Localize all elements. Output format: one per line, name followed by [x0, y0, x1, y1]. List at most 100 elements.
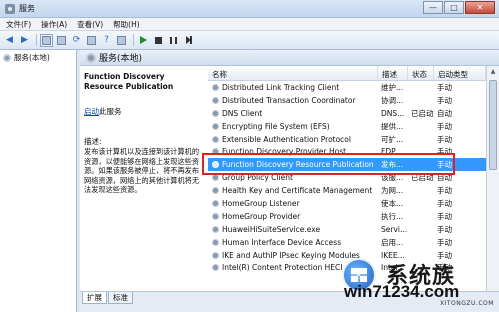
menu-help[interactable]: 帮助(H): [113, 19, 140, 30]
service-name-text: Function Discovery Resource Publication: [222, 160, 374, 170]
service-startup-type-text: 手动: [437, 211, 452, 221]
menu-file[interactable]: 文件(F): [6, 19, 31, 30]
table-row[interactable]: HomeGroup Listener 使本... 手动: [208, 197, 486, 210]
service-description-text: 发布...: [381, 160, 404, 170]
gear-icon: [3, 53, 11, 62]
table-row[interactable]: Health Key and Certificate Management 为网.…: [208, 184, 486, 197]
pane-header-title: 服务(本地): [99, 54, 143, 64]
service-description: 发布...: [378, 159, 408, 170]
refresh-icon[interactable]: ⟳: [70, 34, 83, 47]
gear-icon: [212, 174, 219, 182]
service-name-text: IKE and AuthIP IPsec Keying Modules: [222, 250, 360, 260]
service-name: Human Interface Device Access: [208, 238, 378, 247]
console-tree: 服务(本地): [0, 50, 77, 312]
service-startup-type: 手动: [434, 224, 486, 235]
service-description: DNS...: [378, 109, 408, 118]
service-description-text: Servi...: [381, 224, 408, 234]
scroll-up-arrow-icon[interactable]: ▲: [489, 68, 497, 76]
menu-action[interactable]: 操作(A): [41, 19, 67, 30]
window-title: 服务: [19, 4, 35, 13]
service-status-text: 已启动: [411, 173, 434, 183]
service-action-line: 启动此服务: [84, 106, 122, 117]
forward-arrow-icon[interactable]: ▶: [18, 34, 31, 47]
properties-icon[interactable]: [115, 34, 128, 47]
service-name: Encrypting File System (EFS): [208, 122, 378, 131]
tab-extended[interactable]: 扩展: [82, 292, 107, 304]
service-description-text: 协调...: [381, 95, 404, 105]
service-status-text: 已启动: [411, 108, 434, 118]
service-startup-type-text: 手动: [437, 198, 452, 208]
service-startup-type-text: 手动: [437, 147, 452, 157]
scroll-thumb[interactable]: [489, 80, 497, 170]
service-description-text: 启用...: [381, 237, 404, 247]
column-header-name[interactable]: 名称: [208, 66, 378, 80]
service-description-text: 使本...: [381, 198, 404, 208]
service-name-text: Distributed Link Tracking Client: [222, 82, 340, 92]
service-description-text: DNS...: [381, 108, 405, 118]
minimize-button[interactable]: —: [423, 1, 443, 14]
service-name-text: Distributed Transaction Coordinator: [222, 95, 356, 105]
gear-icon: [212, 251, 219, 259]
watermark-url: win71234.com: [344, 282, 460, 301]
column-header-status[interactable]: 状态: [408, 66, 434, 80]
service-description-text: 提供...: [381, 121, 404, 131]
tree-item-services-local[interactable]: 服务(本地): [0, 50, 76, 63]
column-header-description[interactable]: 描述: [378, 66, 408, 80]
table-row[interactable]: HuaweiHiSuiteService.exe Servi... 手动: [208, 223, 486, 236]
export-list-icon[interactable]: [85, 34, 98, 47]
table-row[interactable]: Function Discovery Resource Publication 发…: [208, 158, 486, 172]
service-name: DNS Client: [208, 109, 378, 118]
toolbar-separator: [133, 34, 134, 46]
column-header-startup-type[interactable]: 启动类型: [434, 66, 486, 80]
gear-icon: [212, 212, 219, 220]
service-description: 执行...: [378, 211, 408, 222]
table-row[interactable]: Group Policy Client 该服... 已启动 自动: [208, 171, 486, 184]
menu-view[interactable]: 查看(V): [77, 19, 103, 30]
close-button[interactable]: ✕: [465, 1, 495, 14]
tab-standard[interactable]: 标准: [108, 292, 133, 304]
watermark: 系统族 win71234.com XITONGZU.COM: [342, 256, 496, 310]
service-description: 使本...: [378, 198, 408, 209]
service-name: Health Key and Certificate Management: [208, 186, 378, 195]
table-row[interactable]: Function Discovery Provider Host FDP... 手动: [208, 145, 486, 158]
stop-service-icon[interactable]: [152, 34, 165, 47]
gear-icon: [212, 264, 219, 272]
gear-icon: [86, 52, 96, 63]
service-startup-type: 自动: [434, 108, 486, 119]
gear-icon: [212, 148, 219, 156]
service-title: Function Discovery Resource Publication: [84, 72, 174, 91]
service-startup-type-text: 手动: [437, 237, 452, 247]
table-row[interactable]: Encrypting File System (EFS) 提供... 手动: [208, 120, 486, 133]
gear-icon: [212, 187, 219, 195]
gear-icon: [212, 96, 219, 104]
service-startup-type: 手动: [434, 134, 486, 145]
console-tree-icon[interactable]: [55, 34, 68, 47]
service-description: 该服...: [378, 172, 408, 183]
table-row[interactable]: DNS Client DNS... 已启动 自动: [208, 107, 486, 120]
start-service-icon[interactable]: [137, 34, 150, 47]
service-name-text: HuaweiHiSuiteService.exe: [222, 224, 321, 234]
restart-service-icon[interactable]: [182, 34, 195, 47]
start-service-link[interactable]: 启动: [84, 107, 99, 116]
service-name-text: Function Discovery Provider Host: [222, 147, 347, 157]
back-arrow-icon[interactable]: ◀: [3, 34, 16, 47]
service-description: 为网...: [378, 185, 408, 196]
table-row[interactable]: Extensible Authentication Protocol 可扩... 手…: [208, 133, 486, 146]
service-startup-type-text: 手动: [437, 186, 452, 196]
gear-icon: [212, 161, 219, 169]
maximize-button[interactable]: □: [444, 1, 464, 14]
service-startup-type: 手动: [434, 121, 486, 132]
show-hide-tree-icon[interactable]: [40, 33, 53, 47]
service-name: Extensible Authentication Protocol: [208, 135, 378, 144]
table-row[interactable]: Human Interface Device Access 启用... 手动: [208, 236, 486, 249]
service-startup-type: 手动: [434, 95, 486, 106]
pause-service-icon[interactable]: [167, 34, 180, 47]
table-row[interactable]: HomeGroup Provider 执行... 手动: [208, 210, 486, 223]
service-startup-type: 自动: [434, 172, 486, 183]
table-row[interactable]: Distributed Link Tracking Client 维护... 手动: [208, 81, 486, 94]
service-name: Distributed Transaction Coordinator: [208, 96, 378, 105]
service-description-text: 维护...: [381, 82, 404, 92]
service-startup-type-text: 手动: [437, 82, 452, 92]
table-row[interactable]: Distributed Transaction Coordinator 协调...…: [208, 94, 486, 107]
help-icon[interactable]: ?: [100, 34, 113, 47]
